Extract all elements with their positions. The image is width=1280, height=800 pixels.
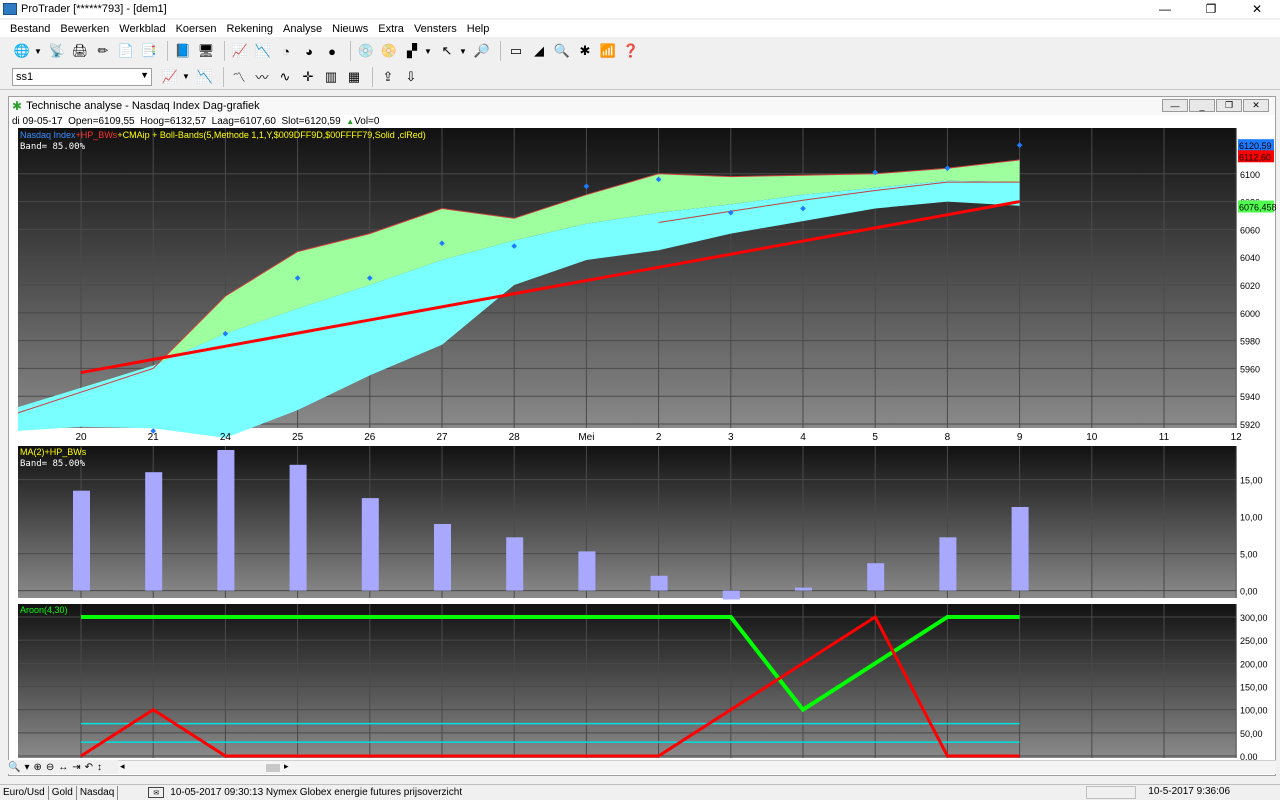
histogram-bar (73, 490, 90, 591)
price-x-tick-label: 26 (364, 432, 376, 443)
histogram-bar (722, 590, 740, 600)
message-icon[interactable]: ✉ (148, 787, 165, 798)
price-axis-marker-label: 6112,60 (1239, 152, 1271, 162)
price-x-tick-label: 8 (945, 432, 951, 443)
histogram-bar (867, 563, 885, 591)
price-x-tick-label: 20 (75, 432, 87, 443)
zoom-out-icon[interactable]: ⊖ (46, 762, 54, 773)
price-legend-part: Nasdaq Index (20, 130, 76, 140)
price-x-tick-label: 3 (728, 432, 734, 443)
histogram-bar (434, 524, 451, 591)
price-y-tick-label: 6040 (1240, 253, 1260, 263)
price-y-tick-label: 5960 (1240, 364, 1260, 374)
price-x-tick-label: Mei (578, 432, 594, 443)
scroll-right-icon[interactable]: ▸ (284, 761, 289, 772)
aroon-y-tick-label: 250,00 (1240, 636, 1268, 646)
histogram-bar (1011, 506, 1029, 591)
price-x-tick-label: 21 (148, 432, 160, 443)
aroon-y-tick-label: 50,00 (1240, 729, 1263, 739)
price-x-tick-label: 10 (1086, 432, 1098, 443)
aroon-y-tick-label: 100,00 (1240, 706, 1268, 716)
histogram-bar (578, 551, 596, 591)
status-datetime: 10-5-2017 9:36:06 (1148, 786, 1230, 797)
price-y-tick-label: 5920 (1240, 420, 1260, 430)
price-y-tick-label: 6100 (1240, 170, 1260, 180)
price-x-tick-label: 4 (800, 432, 806, 443)
price-x-tick-label: 24 (220, 432, 232, 443)
status-message: 10-05-2017 09:30:13 Nymex Globex energie… (170, 787, 463, 798)
go-end-icon[interactable]: ⇥ (72, 762, 80, 773)
vertical-fit-icon[interactable]: ↕ (97, 762, 102, 773)
price-band-label: Band= 85.00% (20, 142, 86, 152)
tab-euro-usd[interactable]: Euro/Usd (0, 785, 49, 800)
histogram-bar (506, 537, 524, 591)
tab-nasdaq[interactable]: Nasdaq (77, 785, 119, 800)
chevron-down-icon[interactable]: ▾ (24, 762, 29, 773)
bar-y-tick-label: 10,00 (1240, 513, 1263, 523)
bar-legend: MA(2)+HP_BWs (20, 447, 87, 457)
status-bar: Euro/Usd Gold Nasdaq ✉ 10-05-2017 09:30:… (0, 784, 1280, 800)
price-x-tick-label: 28 (509, 432, 521, 443)
bar-y-tick-label: 15,00 (1240, 476, 1263, 486)
app-window: ProTrader [******793] - [dem1] — ❐ ✕ Bes… (0, 0, 1280, 800)
histogram-bar (145, 472, 163, 591)
tab-gold[interactable]: Gold (49, 785, 77, 800)
bar-y-tick-label: 0,00 (1240, 587, 1258, 597)
aroon-panel-background (18, 604, 1236, 758)
price-axis-marker-label: 6120,59 (1239, 141, 1272, 151)
zoom-icon[interactable]: 🔍 (8, 762, 20, 773)
fit-width-icon[interactable]: ↔ (58, 762, 68, 773)
price-x-tick-label: 5 (872, 432, 878, 443)
bar-y-tick-label: 5,00 (1240, 550, 1258, 560)
price-x-tick-label: 9 (1017, 432, 1023, 443)
price-y-tick-label: 6000 (1240, 309, 1260, 319)
undo-icon[interactable]: ↶ (85, 762, 93, 773)
histogram-bar (795, 587, 812, 591)
price-axis-marker-label: 6076,458 (1239, 203, 1277, 213)
price-legend-part: + Boll-Bands(5,Methode 1,1,Y,$009DFF9D,$… (150, 130, 395, 140)
status-panel (1086, 786, 1136, 799)
scroll-left-icon[interactable]: ◂ (120, 761, 125, 772)
price-x-tick-label: 2 (656, 432, 662, 443)
price-x-tick-label: 12 (1231, 432, 1243, 443)
price-x-tick-label: 25 (292, 432, 304, 443)
price-y-tick-label: 5940 (1240, 392, 1260, 402)
zoom-in-icon[interactable]: ⊕ (33, 762, 41, 773)
price-y-tick-label: 6060 (1240, 225, 1260, 235)
bar-panel-background (18, 446, 1236, 598)
price-x-tick-label: 27 (436, 432, 448, 443)
price-legend-part: +CMAip (117, 130, 149, 140)
price-x-tick-label: 11 (1159, 432, 1170, 443)
bar-band-label: Band= 85.00% (20, 459, 86, 469)
histogram-bar (939, 537, 957, 591)
price-y-tick-label: 6020 (1240, 281, 1260, 291)
histogram-bar (217, 450, 235, 591)
price-legend-part: +HP_BWs (76, 130, 118, 140)
aroon-y-tick-label: 150,00 (1240, 683, 1268, 693)
aroon-legend: Aroon(4,30) (20, 605, 68, 615)
horizontal-scrollbar[interactable]: ◂ ▸ (118, 760, 1276, 774)
aroon-y-tick-label: 200,00 (1240, 659, 1268, 669)
scroll-thumb[interactable] (266, 764, 280, 772)
price-legend-part: ,clRed) (395, 130, 426, 140)
price-legend: Nasdaq Index+HP_BWs+CMAip + Boll-Bands(5… (20, 130, 426, 140)
aroon-y-tick-label: 300,00 (1240, 613, 1268, 623)
histogram-bar (289, 464, 307, 591)
histogram-bar (361, 498, 379, 591)
price-y-tick-label: 5980 (1240, 337, 1260, 347)
chart-canvas[interactable]: 6100608060606040602060005980596059405920… (0, 0, 1280, 800)
histogram-bar (650, 575, 668, 591)
